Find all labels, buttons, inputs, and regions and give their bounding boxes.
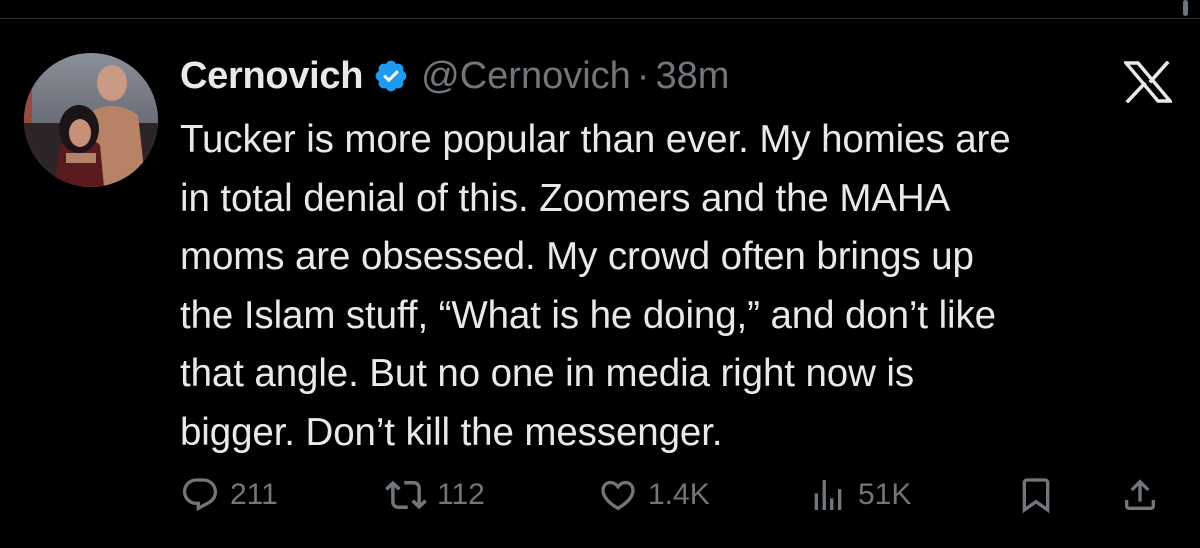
- retweet-count: 112: [437, 478, 485, 511]
- tweet-actions: 211 112 1.4K 51K: [180, 472, 1170, 518]
- timestamp[interactable]: 38m: [655, 55, 729, 98]
- tweet-header: Cernovich @Cernovich · 38m: [180, 53, 729, 99]
- display-name[interactable]: Cernovich: [180, 55, 363, 98]
- tweet-text-line: Tucker is more popular than ever. My hom…: [180, 118, 1011, 161]
- x-logo-icon: [1122, 60, 1174, 104]
- tweet-text-line: that angle. But no one in media right no…: [180, 352, 914, 395]
- retweet-icon: [385, 480, 427, 510]
- reply-button[interactable]: 211: [180, 472, 278, 518]
- verified-badge-icon: [373, 58, 409, 94]
- reply-icon: [182, 478, 218, 512]
- share-icon: [1125, 479, 1155, 510]
- tweet-text: Tucker is more popular than ever. My hom…: [180, 111, 1165, 462]
- bookmark-button[interactable]: [1016, 472, 1056, 518]
- tweet-text-line: bigger. Don’t kill the messenger.: [180, 410, 723, 454]
- avatar[interactable]: [24, 53, 158, 187]
- reply-count: 211: [230, 478, 278, 511]
- tweet-text-line: in total denial of this. Zoomers and the…: [180, 176, 951, 220]
- avatar-photo: [24, 53, 158, 187]
- views-count: 51K: [858, 478, 912, 511]
- like-count: 1.4K: [648, 478, 710, 511]
- views-button[interactable]: 51K: [808, 472, 911, 518]
- separator-dot: ·: [636, 54, 650, 97]
- handle[interactable]: @Cernovich: [421, 55, 631, 98]
- tweet: Cernovich @Cernovich · 38m Tucker is mor…: [0, 19, 1200, 548]
- like-button[interactable]: 1.4K: [598, 472, 710, 518]
- retweet-button[interactable]: 112: [385, 472, 485, 518]
- share-button[interactable]: [1120, 472, 1160, 518]
- heart-icon: [601, 480, 635, 511]
- tweet-text-line: the Islam stuff, “What is he doing,” and…: [180, 293, 996, 337]
- views-icon: [814, 480, 842, 510]
- scrollbar[interactable]: [1183, 0, 1188, 16]
- tweet-text-line: moms are obsessed. My crowd often brings…: [180, 235, 974, 278]
- bookmark-icon: [1022, 478, 1050, 514]
